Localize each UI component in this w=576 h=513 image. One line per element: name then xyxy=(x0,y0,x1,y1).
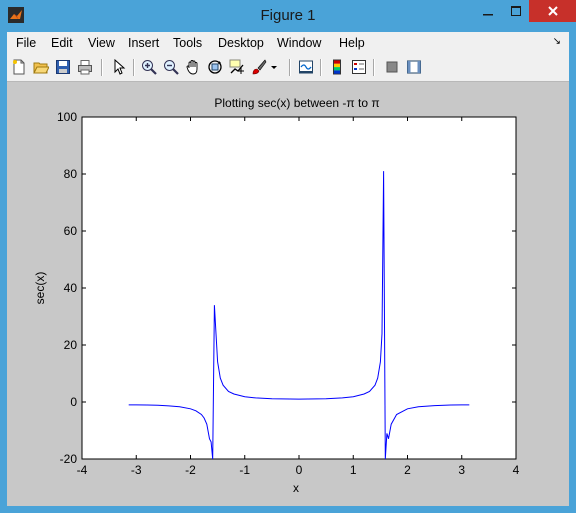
x-tick-label: 4 xyxy=(513,463,520,477)
x-tick-label: -1 xyxy=(239,463,250,477)
title-bar[interactable]: Figure 1 xyxy=(0,0,576,32)
toolbar-separator xyxy=(289,59,291,76)
close-button[interactable] xyxy=(529,0,576,22)
hide-plot-tools-icon[interactable] xyxy=(383,58,401,76)
y-tick-label: 40 xyxy=(64,281,78,295)
show-plot-tools-icon[interactable] xyxy=(405,58,423,76)
print-icon[interactable] xyxy=(76,58,94,76)
x-axis-label: x xyxy=(293,481,299,495)
zoom-out-icon[interactable] xyxy=(162,58,180,76)
menu-edit[interactable]: Edit xyxy=(51,36,73,50)
toolbar-separator xyxy=(101,59,103,76)
figure-toolbar xyxy=(7,54,569,82)
minimize-icon xyxy=(483,14,493,16)
y-tick-label: 80 xyxy=(64,167,78,181)
maximize-button[interactable] xyxy=(502,0,529,22)
x-tick-label: -2 xyxy=(185,463,196,477)
menu-window[interactable]: Window xyxy=(277,36,321,50)
y-axis-label: sec(x) xyxy=(33,272,47,305)
save-icon[interactable] xyxy=(54,58,72,76)
x-tick-label: 2 xyxy=(404,463,411,477)
y-tick-label: 100 xyxy=(57,110,77,124)
figure-window: Figure 1 File Edit View Insert Tools Des… xyxy=(0,0,576,513)
open-file-icon[interactable] xyxy=(32,58,50,76)
x-tick-label: 0 xyxy=(296,463,303,477)
minimize-button[interactable] xyxy=(474,0,502,22)
x-tick-label: -4 xyxy=(77,463,88,477)
new-figure-icon[interactable] xyxy=(10,58,28,76)
menu-help[interactable]: Help xyxy=(339,36,365,50)
menu-insert[interactable]: Insert xyxy=(128,36,159,50)
x-tick-label: -3 xyxy=(131,463,142,477)
y-tick-label: 0 xyxy=(70,395,77,409)
figure-canvas: Plotting sec(x) between -π to π -4 -3 -2 -1… xyxy=(7,82,569,506)
link-plot-icon[interactable] xyxy=(297,58,315,76)
figure-client-area: File Edit View Insert Tools Desktop Wind… xyxy=(7,32,569,506)
brush-icon[interactable] xyxy=(250,58,268,76)
x-tick-label: 1 xyxy=(350,463,357,477)
toolbar-separator xyxy=(373,59,375,76)
dock-arrow-icon[interactable]: ↘ xyxy=(553,36,561,47)
y-tick-label: -20 xyxy=(60,452,78,466)
rotate-3d-icon[interactable] xyxy=(206,58,224,76)
colorbar-icon[interactable] xyxy=(328,58,346,76)
zoom-in-icon[interactable] xyxy=(140,58,158,76)
close-icon xyxy=(547,6,558,16)
legend-icon[interactable] xyxy=(350,58,368,76)
menu-desktop[interactable]: Desktop xyxy=(218,36,264,50)
y-tick-label: 20 xyxy=(64,338,78,352)
menu-view[interactable]: View xyxy=(88,36,115,50)
pan-hand-icon[interactable] xyxy=(184,58,202,76)
x-tick-label: 3 xyxy=(458,463,465,477)
menu-file[interactable]: File xyxy=(16,36,36,50)
sec-plot-chart[interactable]: Plotting sec(x) between -π to π -4 -3 -2 -1… xyxy=(7,82,569,506)
maximize-icon xyxy=(510,6,521,16)
select-arrow-icon[interactable] xyxy=(110,58,128,76)
toolbar-separator xyxy=(133,59,135,76)
menu-bar: File Edit View Insert Tools Desktop Wind… xyxy=(7,32,569,54)
y-tick-label: 60 xyxy=(64,224,78,238)
chart-title: Plotting sec(x) between -π to π xyxy=(214,96,379,110)
axes-area[interactable] xyxy=(81,116,517,460)
menu-tools[interactable]: Tools xyxy=(173,36,202,50)
toolbar-separator xyxy=(320,59,322,76)
data-cursor-icon[interactable] xyxy=(228,58,246,76)
brush-dropdown-icon[interactable] xyxy=(270,58,278,76)
